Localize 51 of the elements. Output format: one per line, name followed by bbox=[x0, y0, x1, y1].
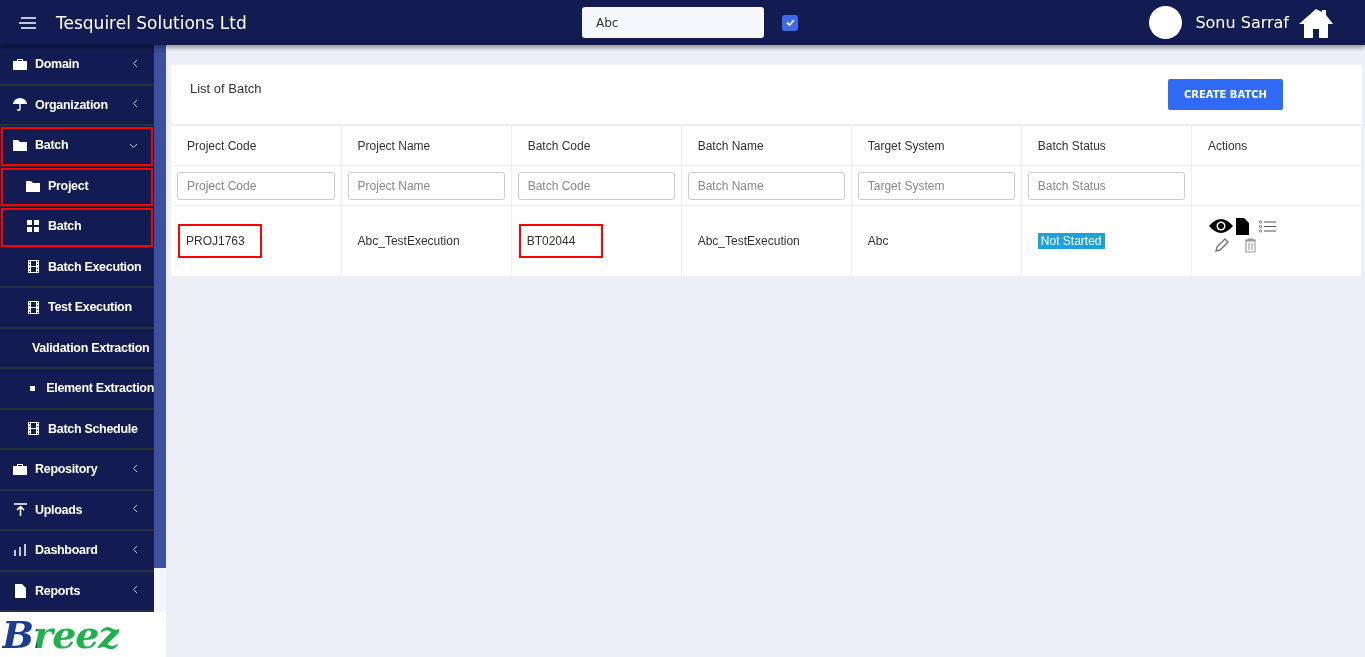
document-icon bbox=[14, 583, 26, 598]
bar-chart-icon bbox=[13, 544, 27, 557]
sidebar-item[interactable]: Batch bbox=[0, 207, 154, 248]
view-icon[interactable] bbox=[1207, 218, 1234, 234]
menu-icon[interactable] bbox=[18, 16, 36, 29]
checkbox[interactable] bbox=[782, 14, 798, 31]
film-icon bbox=[27, 260, 39, 274]
table-cell: Abc bbox=[867, 234, 889, 248]
user-name: Sonu Sarraf bbox=[1195, 13, 1289, 32]
sidebar-item[interactable]: Batch bbox=[0, 126, 154, 167]
table-cell: Abc_TestExecution bbox=[357, 234, 460, 248]
column-header: Project Name bbox=[341, 126, 512, 166]
checkmark-icon bbox=[785, 19, 795, 26]
create-batch-button[interactable]: CREATE BATCH bbox=[1167, 79, 1283, 110]
folder-icon bbox=[26, 179, 40, 192]
filter-field[interactable]: Batch Code bbox=[517, 171, 675, 200]
filter-field[interactable]: Project Code bbox=[177, 171, 335, 200]
filter-field[interactable]: Batch Status bbox=[1027, 171, 1185, 200]
column-header: Project Code bbox=[171, 126, 342, 166]
filter-field[interactable]: Target System bbox=[857, 171, 1015, 200]
umbrella-icon bbox=[13, 98, 27, 112]
briefcase-icon bbox=[13, 463, 27, 476]
column-header: Target System bbox=[851, 126, 1022, 166]
filter-field[interactable]: Project Name bbox=[347, 171, 505, 200]
table-cell: Abc_TestExecution bbox=[697, 234, 800, 248]
brand-logo: Breez bbox=[0, 612, 166, 657]
briefcase-icon bbox=[13, 58, 27, 71]
grid-icon bbox=[27, 220, 39, 233]
film-icon bbox=[27, 422, 39, 436]
column-header: Batch Name bbox=[681, 126, 852, 166]
scrollbar-thumb[interactable] bbox=[154, 45, 166, 568]
folder-icon bbox=[13, 139, 27, 152]
app-title: Tesquirel Solutions Ltd bbox=[56, 12, 248, 33]
status-badge: Not Started bbox=[1037, 233, 1105, 249]
search-field[interactable]: Abc bbox=[582, 7, 764, 38]
filter-field[interactable]: Batch Name bbox=[687, 171, 845, 200]
home-icon[interactable] bbox=[1297, 6, 1335, 39]
sidebar-item[interactable]: Project bbox=[0, 166, 154, 207]
list-icon[interactable] bbox=[1258, 219, 1276, 233]
table-cell: BT02044 bbox=[520, 226, 601, 256]
card-title: List of Batch bbox=[190, 81, 262, 96]
chevron-left-icon bbox=[132, 463, 138, 475]
column-header: Batch Code bbox=[511, 126, 682, 166]
table-cell: PROJ1763 bbox=[180, 226, 260, 256]
column-header: Actions bbox=[1191, 126, 1362, 166]
film-icon bbox=[27, 300, 39, 314]
column-header: Batch Status bbox=[1021, 126, 1192, 166]
avatar-icon[interactable] bbox=[1149, 6, 1183, 39]
upload-icon bbox=[13, 503, 27, 517]
chevron-left-icon bbox=[132, 58, 138, 70]
chevron-left-icon bbox=[132, 544, 138, 556]
